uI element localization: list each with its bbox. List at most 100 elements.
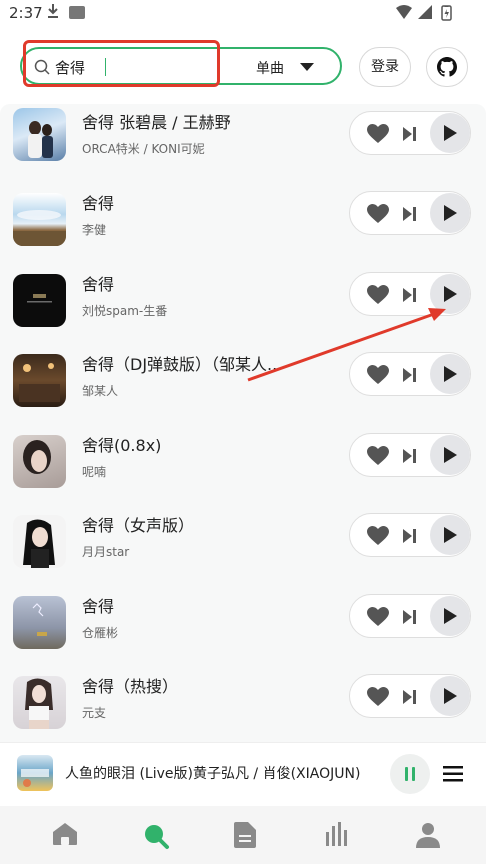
play-button[interactable] — [430, 113, 470, 153]
status-bar: 2:37 — [0, 0, 486, 28]
album-cover — [13, 596, 66, 649]
pause-icon — [405, 767, 408, 781]
skip-next-icon[interactable] — [403, 690, 416, 704]
song-row[interactable]: 舍得（女声版） 月月star — [0, 506, 486, 586]
nav-search[interactable] — [142, 822, 172, 852]
heart-icon[interactable] — [367, 124, 389, 144]
annotation-highlight-box — [23, 40, 220, 87]
album-cover — [13, 274, 66, 327]
chevron-down-icon[interactable] — [300, 63, 314, 71]
nav-home[interactable] — [52, 822, 82, 852]
nav-charts[interactable] — [325, 822, 355, 852]
skip-next-icon[interactable] — [403, 368, 416, 382]
song-artist: ORCA特米 / KONI可妮 — [82, 142, 205, 156]
song-artist: 月月star — [82, 545, 130, 559]
album-cover — [13, 435, 66, 488]
skip-next-icon[interactable] — [403, 207, 416, 221]
song-artist: 李健 — [82, 223, 107, 237]
song-controls — [349, 111, 471, 155]
playlist-menu-icon[interactable] — [443, 766, 463, 782]
now-playing-title: 人鱼的眼泪 (Live版)黄子弘凡 / 肖俊(XIAOJUN) — [65, 766, 361, 782]
song-artist: 元支 — [82, 706, 107, 720]
play-button[interactable] — [430, 193, 470, 233]
song-row[interactable]: 舍得(0.8x) 呢喃 — [0, 426, 486, 506]
song-title: 舍得（DJ弹鼓版）（邹某人... — [82, 355, 283, 374]
nav-documents[interactable] — [234, 822, 264, 852]
now-playing-cover — [17, 755, 53, 791]
song-controls — [349, 191, 471, 235]
signal-battery-icon — [396, 5, 452, 21]
song-artist: 呢喃 — [82, 465, 107, 479]
github-icon — [437, 57, 457, 77]
chart-icon — [326, 822, 347, 846]
search-type-select[interactable]: 单曲 — [256, 58, 284, 78]
pause-icon — [412, 767, 415, 781]
song-row[interactable]: 舍得 刘悦spam-生番 — [0, 265, 486, 345]
heart-icon[interactable] — [367, 365, 389, 385]
home-icon — [53, 823, 77, 845]
mini-player[interactable]: 人鱼的眼泪 (Live版)黄子弘凡 / 肖俊(XIAOJUN) — [0, 742, 486, 804]
song-title: 舍得 — [82, 194, 115, 213]
song-row[interactable]: 舍得（热搜） 元支 — [0, 667, 486, 742]
skip-next-icon[interactable] — [403, 449, 416, 463]
heart-icon[interactable] — [367, 204, 389, 224]
pause-button[interactable] — [390, 754, 430, 794]
play-icon — [444, 527, 457, 543]
song-row[interactable]: 舍得（DJ弹鼓版）（邹某人... 邹某人 — [0, 345, 486, 425]
album-cover — [13, 354, 66, 407]
notification-icon — [69, 6, 85, 19]
song-row[interactable]: 舍得 李健 — [0, 184, 486, 264]
status-time: 2:37 — [9, 4, 43, 22]
play-icon — [444, 125, 457, 141]
song-row[interactable]: 舍得 张碧晨 / 王赫野 ORCA特米 / KONI可妮 — [0, 104, 486, 184]
song-artist: 刘悦spam-生番 — [82, 304, 168, 318]
song-controls — [349, 352, 471, 396]
song-title: 舍得（女声版） — [82, 516, 195, 535]
play-button[interactable] — [430, 515, 470, 555]
bottom-nav — [0, 806, 486, 864]
heart-icon[interactable] — [367, 687, 389, 707]
album-cover — [13, 193, 66, 246]
song-controls — [349, 272, 471, 316]
play-icon — [444, 608, 457, 624]
skip-next-icon[interactable] — [403, 529, 416, 543]
search-icon — [145, 825, 169, 849]
song-controls — [349, 513, 471, 557]
album-cover — [13, 676, 66, 729]
song-title: 舍得(0.8x) — [82, 436, 162, 455]
song-controls — [349, 674, 471, 718]
album-cover — [13, 515, 66, 568]
song-title: 舍得 张碧晨 / 王赫野 — [82, 113, 231, 132]
heart-icon[interactable] — [367, 446, 389, 466]
song-title: 舍得 — [82, 597, 115, 616]
nav-profile[interactable] — [416, 822, 446, 852]
song-list[interactable]: 舍得 张碧晨 / 王赫野 ORCA特米 / KONI可妮 舍得 李健 舍得 刘悦… — [0, 104, 486, 742]
login-button[interactable]: 登录 — [359, 47, 411, 87]
github-button[interactable] — [426, 47, 468, 87]
play-button[interactable] — [430, 676, 470, 716]
skip-next-icon[interactable] — [403, 127, 416, 141]
song-title: 舍得（热搜） — [82, 677, 179, 696]
song-controls — [349, 433, 471, 477]
download-icon — [48, 4, 58, 18]
skip-next-icon[interactable] — [403, 610, 416, 624]
album-cover — [13, 108, 66, 161]
skip-next-icon[interactable] — [403, 288, 416, 302]
song-row[interactable]: 舍得 仓雁彬 — [0, 587, 486, 667]
play-button[interactable] — [430, 596, 470, 636]
song-title: 舍得 — [82, 275, 115, 294]
play-icon — [444, 286, 457, 302]
play-icon — [444, 205, 457, 221]
play-icon — [444, 447, 457, 463]
play-button[interactable] — [430, 435, 470, 475]
heart-icon[interactable] — [367, 285, 389, 305]
heart-icon[interactable] — [367, 607, 389, 627]
song-artist: 邹某人 — [82, 384, 119, 398]
document-icon — [234, 822, 256, 848]
play-icon — [444, 688, 457, 704]
song-artist: 仓雁彬 — [82, 626, 119, 640]
play-button[interactable] — [430, 274, 470, 314]
song-controls — [349, 594, 471, 638]
play-button[interactable] — [430, 354, 470, 394]
heart-icon[interactable] — [367, 526, 389, 546]
